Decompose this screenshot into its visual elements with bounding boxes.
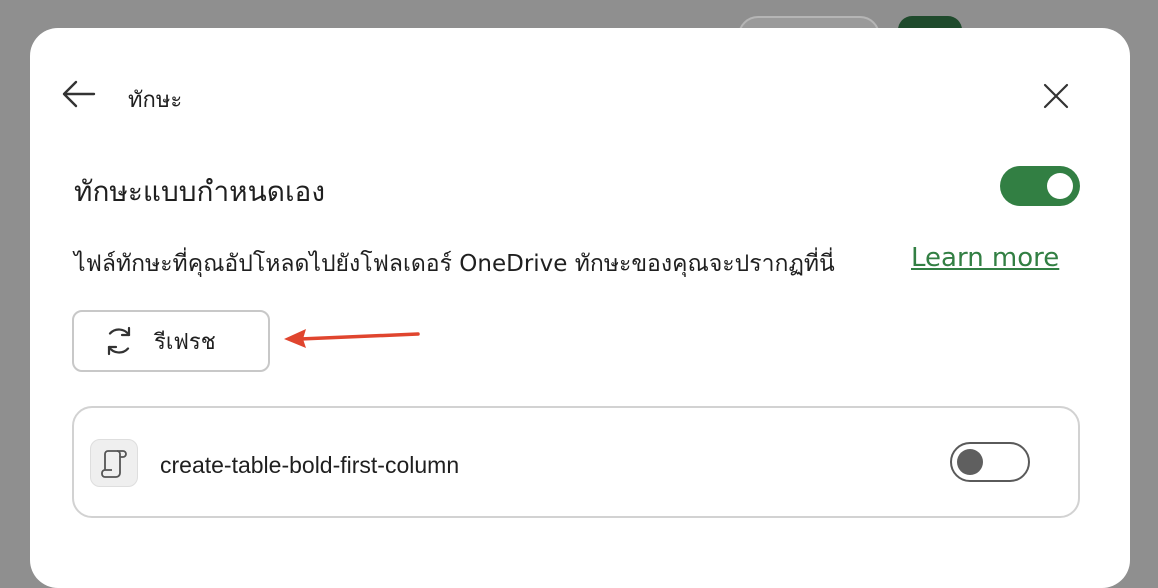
refresh-icon [102, 324, 136, 358]
skill-name: create-table-bold-first-column [160, 452, 460, 478]
custom-skills-toggle[interactable] [1000, 166, 1080, 206]
refresh-button[interactable]: รีเฟรช [72, 310, 270, 372]
close-button[interactable] [1036, 76, 1076, 116]
refresh-label: รีเฟรช [154, 329, 216, 355]
annotation-arrow [282, 324, 422, 356]
script-icon [90, 439, 138, 487]
dialog-title: ทักษะ [128, 88, 183, 113]
close-icon [1043, 83, 1069, 109]
arrow-left-icon [62, 80, 96, 108]
custom-skills-title: ทักษะแบบกำหนดเอง [74, 175, 326, 208]
learn-more-link[interactable]: Learn more [911, 243, 1059, 273]
skills-dialog: ทักษะ ทักษะแบบกำหนดเอง ไฟล์ทักษะที่คุณอั… [30, 28, 1130, 588]
back-button[interactable] [56, 74, 100, 114]
toggle-knob [1047, 173, 1073, 199]
toggle-knob [957, 449, 983, 475]
skill-item: create-table-bold-first-column [72, 406, 1080, 518]
skill-toggle[interactable] [950, 442, 1030, 482]
custom-skills-description: ไฟล์ทักษะที่คุณอัปโหลดไปยังโฟลเดอร์ OneD… [74, 251, 835, 277]
